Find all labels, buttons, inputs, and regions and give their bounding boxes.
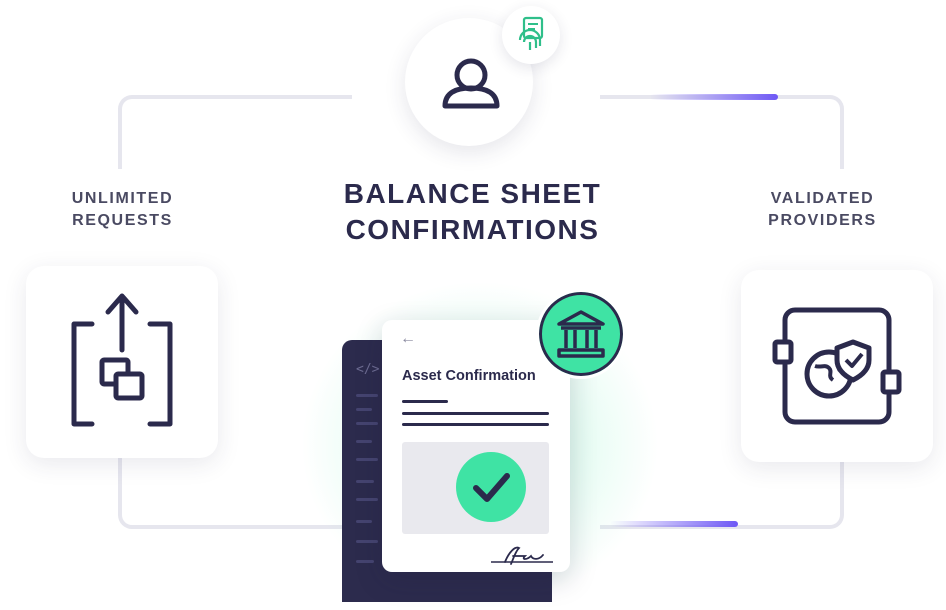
document-title: Asset Confirmation [402, 368, 536, 384]
bank-icon [557, 310, 605, 358]
label-validated-providers: VALIDATED PROVIDERS [760, 188, 885, 232]
code-line [356, 408, 372, 411]
code-line [356, 394, 378, 397]
page-title: BALANCE SHEET CONFIRMATIONS [300, 176, 645, 248]
title-line-1: BALANCE SHEET [343, 178, 602, 209]
title-line-2: CONFIRMATIONS [345, 214, 600, 245]
checkmark-icon [473, 473, 510, 502]
code-line [356, 560, 374, 563]
checkmark-circle [456, 452, 526, 522]
connector-top-left [118, 95, 352, 169]
bank-badge [536, 289, 626, 379]
validated-providers-card [741, 270, 933, 462]
text-line [402, 400, 448, 403]
text-line [402, 423, 549, 426]
code-line [356, 520, 372, 523]
fingerprint-badge [502, 6, 560, 64]
code-line [356, 458, 378, 461]
back-arrow-icon: ← [400, 330, 416, 347]
verified-provider-globe-icon [772, 307, 902, 425]
label-right-line-2: PROVIDERS [768, 212, 877, 229]
code-tag: </> [356, 362, 380, 377]
accent-line-top [650, 94, 778, 100]
text-line [402, 412, 549, 415]
label-left-line-1: UNLIMITED [71, 190, 174, 207]
code-line [356, 422, 378, 425]
code-line [356, 540, 378, 543]
fingerprint-document-icon [518, 16, 544, 50]
connector-top-right [600, 95, 844, 169]
signature-icon [491, 546, 553, 565]
code-line [356, 440, 372, 443]
upload-documents-icon [71, 293, 173, 427]
confirmation-panel [402, 442, 549, 534]
code-line [356, 480, 374, 483]
label-unlimited-requests: UNLIMITED REQUESTS [60, 188, 185, 232]
unlimited-requests-card [26, 266, 218, 458]
label-left-line-2: REQUESTS [72, 212, 173, 229]
label-right-line-1: VALIDATED [770, 190, 875, 207]
code-line [356, 498, 378, 501]
